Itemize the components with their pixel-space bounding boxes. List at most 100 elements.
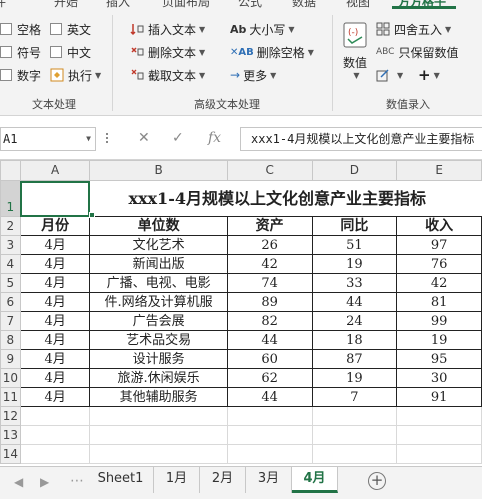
- tab-formulas[interactable]: 公式: [238, 0, 262, 9]
- scroll-right-icon[interactable]: ▶: [40, 475, 49, 489]
- delete-space-button[interactable]: ✕AB 删除空格 ▼: [230, 42, 314, 62]
- table-cell[interactable]: 97: [396, 235, 482, 255]
- row-header[interactable]: 11: [0, 387, 21, 407]
- row-header[interactable]: 12: [0, 406, 21, 426]
- extract-text-button[interactable]: 截取文本 ▼: [130, 65, 205, 85]
- table-cell[interactable]: 广播、电视、电影: [89, 273, 228, 293]
- row-header[interactable]: 3: [0, 235, 21, 255]
- table-cell[interactable]: 89: [226, 292, 313, 312]
- cancel-icon[interactable]: ✕: [138, 130, 150, 146]
- tab-file[interactable]: 件: [0, 0, 6, 9]
- table-cell[interactable]: 74: [226, 273, 313, 293]
- empty-cell[interactable]: [19, 406, 91, 426]
- table-cell[interactable]: 62: [226, 368, 313, 388]
- table-cell[interactable]: 44: [226, 330, 313, 350]
- sheet-tab-apr[interactable]: 4月: [292, 467, 338, 493]
- keep-numbers-button[interactable]: ABC 只保留数值: [376, 42, 458, 62]
- table-cell[interactable]: 42: [396, 273, 482, 293]
- table-cell[interactable]: 新闻出版: [89, 254, 228, 274]
- add-sheet-button[interactable]: +: [368, 472, 386, 490]
- table-cell[interactable]: 4月: [19, 387, 91, 407]
- sheet-tab-feb[interactable]: 2月: [200, 467, 246, 493]
- empty-cell[interactable]: [396, 406, 482, 426]
- row-header[interactable]: 5: [0, 273, 21, 293]
- empty-cell[interactable]: [19, 444, 91, 464]
- row-header[interactable]: 1: [0, 180, 21, 217]
- table-cell[interactable]: 艺术品交易: [89, 330, 228, 350]
- table-cell[interactable]: 4月: [19, 368, 91, 388]
- table-cell[interactable]: 24: [311, 311, 398, 331]
- table-cell[interactable]: 19: [311, 368, 398, 388]
- tab-data[interactable]: 数据: [292, 0, 316, 9]
- checkbox-symbol[interactable]: 符号: [0, 42, 41, 62]
- column-header-e[interactable]: E: [396, 160, 482, 181]
- table-cell[interactable]: 4月: [19, 292, 91, 312]
- table-cell[interactable]: 4月: [19, 349, 91, 369]
- insert-function-icon[interactable]: fx: [208, 130, 221, 146]
- header-month[interactable]: 月份: [19, 216, 91, 236]
- edit-button[interactable]: ▼: [376, 65, 403, 85]
- select-all-corner[interactable]: [0, 160, 21, 181]
- table-cell[interactable]: 18: [311, 330, 398, 350]
- empty-cell[interactable]: [311, 406, 398, 426]
- table-cell[interactable]: 76: [396, 254, 482, 274]
- table-cell[interactable]: 33: [311, 273, 398, 293]
- table-cell[interactable]: 7: [311, 387, 398, 407]
- row-header[interactable]: 6: [0, 292, 21, 312]
- column-header-c[interactable]: C: [226, 160, 313, 181]
- insert-text-button[interactable]: 插入文本 ▼: [130, 19, 205, 39]
- table-cell[interactable]: 19: [396, 330, 482, 350]
- table-cell[interactable]: 26: [226, 235, 313, 255]
- row-header[interactable]: 13: [0, 425, 21, 445]
- empty-cell[interactable]: [19, 425, 91, 445]
- table-cell[interactable]: 4月: [19, 330, 91, 350]
- fill-handle[interactable]: [89, 212, 95, 218]
- table-cell[interactable]: 30: [396, 368, 482, 388]
- checkbox-number[interactable]: 数字: [0, 65, 41, 85]
- table-cell[interactable]: 51: [311, 235, 398, 255]
- table-cell[interactable]: 旅游.休闲娱乐: [89, 368, 228, 388]
- row-header[interactable]: 10: [0, 368, 21, 388]
- more-sheets-icon[interactable]: ⋯: [70, 473, 84, 489]
- empty-cell[interactable]: [311, 444, 398, 464]
- tab-view[interactable]: 视图: [346, 0, 370, 9]
- header-assets[interactable]: 资产: [226, 216, 313, 236]
- header-revenue[interactable]: 收入: [396, 216, 482, 236]
- row-header[interactable]: 2: [0, 216, 21, 236]
- tab-insert[interactable]: 插入: [106, 0, 130, 9]
- scroll-left-icon[interactable]: ◀: [14, 475, 23, 489]
- empty-cell[interactable]: [311, 425, 398, 445]
- table-cell[interactable]: 95: [396, 349, 482, 369]
- table-cell[interactable]: 42: [226, 254, 313, 274]
- column-header-d[interactable]: D: [311, 160, 398, 181]
- table-cell[interactable]: 4月: [19, 235, 91, 255]
- table-cell[interactable]: 60: [226, 349, 313, 369]
- case-button[interactable]: Ab 大小写 ▼: [230, 19, 295, 39]
- header-yoy[interactable]: 同比: [311, 216, 398, 236]
- formula-input[interactable]: xxx1-4月规模以上文化创意产业主要指标: [240, 127, 482, 151]
- empty-cell[interactable]: [226, 444, 313, 464]
- table-cell[interactable]: 4月: [19, 273, 91, 293]
- add-button[interactable]: + ▼: [418, 65, 440, 85]
- numeric-button[interactable]: (-) 数值 ▼: [338, 21, 372, 80]
- column-header-a[interactable]: A: [19, 160, 91, 181]
- table-cell[interactable]: 44: [226, 387, 313, 407]
- empty-cell[interactable]: [396, 425, 482, 445]
- column-header-b[interactable]: B: [89, 160, 228, 181]
- table-cell[interactable]: 91: [396, 387, 482, 407]
- table-cell[interactable]: 4月: [19, 254, 91, 274]
- checkbox-english[interactable]: 英文: [50, 19, 91, 39]
- tab-home[interactable]: 开始: [54, 0, 78, 9]
- sheet-tab-jan[interactable]: 1月: [154, 467, 200, 493]
- resize-handle[interactable]: [106, 133, 109, 145]
- sheet-tab-sheet1[interactable]: Sheet1: [88, 467, 154, 493]
- tab-page-layout[interactable]: 页面布局: [162, 0, 210, 9]
- row-header[interactable]: 14: [0, 444, 21, 464]
- more-button[interactable]: → 更多 ▼: [230, 65, 276, 85]
- row-header[interactable]: 4: [0, 254, 21, 274]
- empty-cell[interactable]: [226, 425, 313, 445]
- table-cell[interactable]: 文化艺术: [89, 235, 228, 255]
- table-cell[interactable]: 44: [311, 292, 398, 312]
- table-cell[interactable]: 广告会展: [89, 311, 228, 331]
- row-header[interactable]: 8: [0, 330, 21, 350]
